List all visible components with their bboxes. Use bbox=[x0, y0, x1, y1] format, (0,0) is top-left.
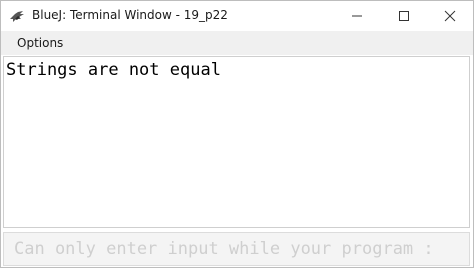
maximize-button[interactable] bbox=[381, 1, 427, 31]
close-icon bbox=[444, 7, 456, 26]
menu-bar: Options bbox=[1, 31, 473, 55]
menu-options[interactable]: Options bbox=[17, 36, 63, 50]
minimize-icon bbox=[351, 7, 363, 26]
title-bar[interactable]: BlueJ: Terminal Window - 19_p22 bbox=[1, 1, 473, 31]
bluej-bird-icon bbox=[9, 9, 25, 23]
window-title: BlueJ: Terminal Window - 19_p22 bbox=[32, 8, 228, 22]
maximize-icon bbox=[398, 7, 410, 26]
output-text: Strings are not equal bbox=[6, 60, 221, 80]
terminal-output[interactable]: Strings are not equal bbox=[3, 56, 470, 228]
input-placeholder: Can only enter input while your program … bbox=[14, 239, 434, 259]
terminal-window: BlueJ: Terminal Window - 19_p22 Options … bbox=[0, 0, 474, 268]
terminal-input[interactable]: Can only enter input while your program … bbox=[3, 232, 470, 266]
close-button[interactable] bbox=[427, 1, 473, 31]
minimize-button[interactable] bbox=[334, 1, 380, 31]
